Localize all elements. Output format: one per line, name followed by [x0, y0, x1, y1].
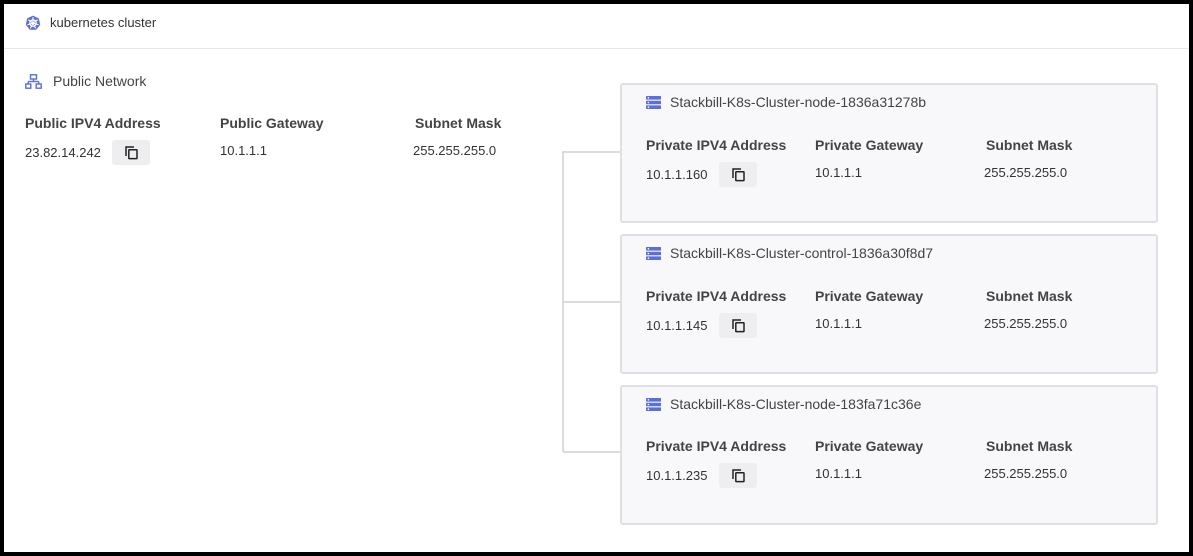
private-ipv4-address-label: Private IPV4 Address [646, 288, 787, 304]
subnet-mask-label: Subnet Mask [986, 137, 1073, 153]
node-name: Stackbill-K8s-Cluster-node-183fa71c36e [670, 396, 922, 412]
node-name: Stackbill-K8s-Cluster-control-1836a30f8d… [670, 245, 934, 261]
network-icon [25, 74, 42, 89]
private-gateway-value: 10.1.1.1 [815, 316, 862, 331]
private-ipv4-address-label: Private IPV4 Address [646, 438, 787, 454]
public-ipv4-address-value: 23.82.14.242 [25, 145, 101, 160]
copy-public-ip-button[interactable] [112, 140, 150, 165]
server-icon [646, 398, 661, 411]
copy-icon [731, 168, 745, 182]
copy-private-ip-button[interactable] [719, 313, 757, 338]
private-ipv4-address-label: Private IPV4 Address [646, 137, 787, 153]
node-card: Stackbill-K8s-Cluster-node-183fa71c36e P… [620, 385, 1158, 525]
private-ipv4-address-value: 10.1.1.145 [646, 318, 708, 333]
node-card: Stackbill-K8s-Cluster-node-1836a31278b P… [620, 83, 1158, 223]
subnet-mask-label: Subnet Mask [986, 288, 1073, 304]
subnet-mask-value: 255.255.255.0 [984, 316, 1068, 331]
network-connector-lines [562, 151, 620, 453]
kubernetes-icon [25, 15, 41, 30]
public-subnet-mask-label: Subnet Mask [415, 115, 502, 131]
private-gateway-label: Private Gateway [815, 288, 924, 304]
node-card: Stackbill-K8s-Cluster-control-1836a30f8d… [620, 234, 1158, 374]
private-gateway-label: Private Gateway [815, 438, 924, 454]
public-subnet-mask-value: 255.255.255.0 [413, 143, 497, 158]
public-gateway-value: 10.1.1.1 [220, 143, 267, 158]
private-gateway-value: 10.1.1.1 [815, 466, 862, 481]
private-gateway-value: 10.1.1.1 [815, 165, 862, 180]
copy-private-ip-button[interactable] [719, 463, 757, 488]
private-ipv4-address-value: 10.1.1.235 [646, 468, 708, 483]
subnet-mask-label: Subnet Mask [986, 438, 1073, 454]
copy-icon [124, 146, 138, 160]
subnet-mask-value: 255.255.255.0 [984, 466, 1068, 481]
subnet-mask-value: 255.255.255.0 [984, 165, 1068, 180]
public-ipv4-address-label: Public IPV4 Address [25, 115, 161, 131]
cluster-panel: kubernetes cluster Public Network Public… [4, 4, 1189, 552]
server-icon [646, 247, 661, 260]
copy-private-ip-button[interactable] [719, 162, 757, 187]
public-gateway-label: Public Gateway [220, 115, 324, 131]
panel-title: kubernetes cluster [50, 15, 157, 30]
server-icon [646, 96, 661, 109]
public-network-title: Public Network [53, 73, 147, 89]
node-name: Stackbill-K8s-Cluster-node-1836a31278b [670, 94, 927, 110]
panel-header: kubernetes cluster [4, 4, 1189, 49]
copy-icon [731, 319, 745, 333]
copy-icon [731, 469, 745, 483]
private-ipv4-address-value: 10.1.1.160 [646, 167, 708, 182]
private-gateway-label: Private Gateway [815, 137, 924, 153]
